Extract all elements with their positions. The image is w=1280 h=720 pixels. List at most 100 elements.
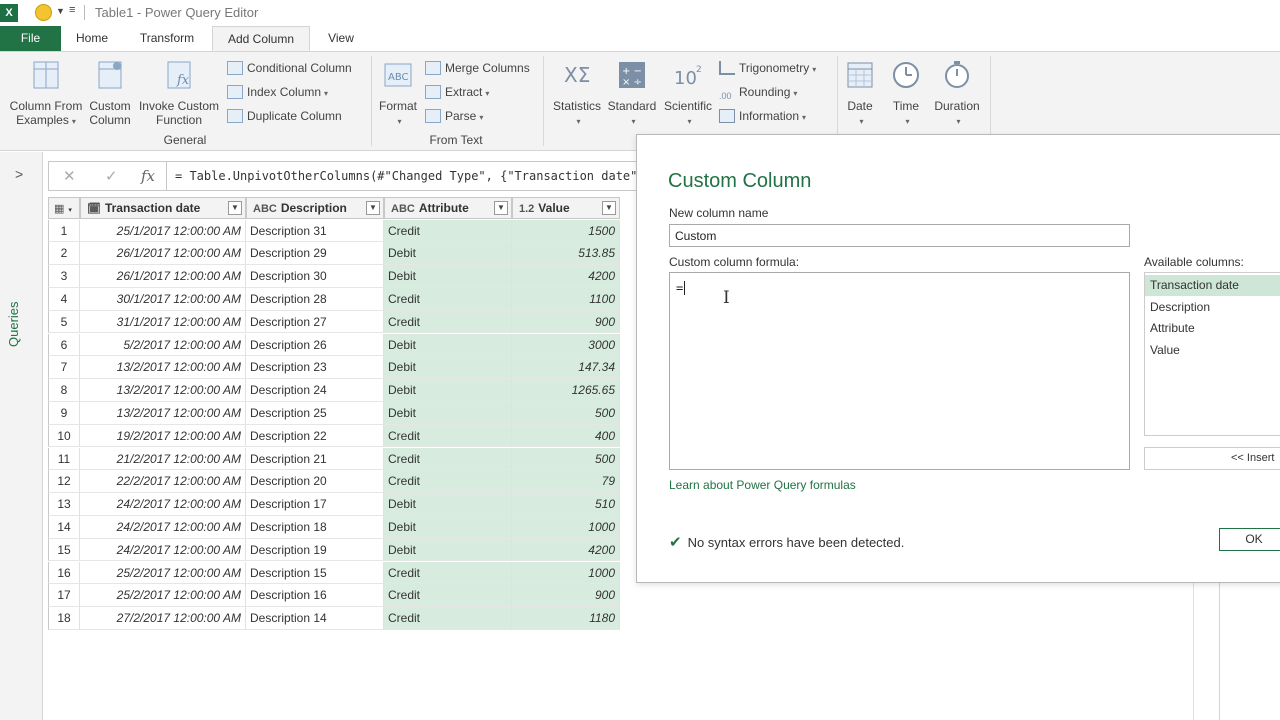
cell-attribute[interactable]: Credit — [384, 470, 512, 494]
filter-dropdown-icon[interactable]: ▼ — [228, 201, 242, 215]
table-row[interactable]: 2 26/1/2017 12:00:00 AM Description 29 Debi… — [48, 242, 620, 266]
cell-value[interactable]: 4200 — [512, 538, 620, 562]
row-number[interactable]: 4 — [48, 287, 80, 311]
cell-description[interactable]: Description 14 — [246, 607, 384, 630]
merge-columns-button[interactable]: Merge Columns — [425, 59, 530, 77]
table-row[interactable]: 17 25/2/2017 12:00:00 AM Description 16 Cre… — [48, 584, 620, 608]
row-number[interactable]: 17 — [48, 584, 80, 608]
row-number[interactable]: 9 — [48, 401, 80, 425]
tab-add-column[interactable]: Add Column — [212, 26, 310, 51]
row-number[interactable]: 11 — [48, 447, 80, 471]
available-column-item[interactable]: Attribute — [1145, 318, 1280, 339]
cancel-formula-icon[interactable]: ✕ — [63, 167, 76, 185]
scientific-button[interactable]: 10 2 Scientific ▾ — [660, 58, 716, 129]
filter-dropdown-icon[interactable]: ▼ — [494, 201, 508, 215]
cell-transaction-date[interactable]: 31/1/2017 12:00:00 AM — [80, 310, 246, 334]
row-number[interactable]: 2 — [48, 242, 80, 266]
cell-transaction-date[interactable]: 24/2/2017 12:00:00 AM — [80, 493, 246, 516]
cell-transaction-date[interactable]: 25/1/2017 12:00:00 AM — [80, 219, 246, 243]
column-header-attribute[interactable]: ABC Attribute ▼ — [384, 197, 512, 219]
tab-view[interactable]: View — [318, 26, 364, 51]
row-number[interactable]: 14 — [48, 515, 80, 539]
tab-transform[interactable]: Transform — [130, 26, 204, 51]
fx-icon[interactable]: fx — [141, 167, 155, 185]
rounding-button[interactable]: .00 Rounding ▾ — [719, 83, 797, 101]
cell-transaction-date[interactable]: 13/2/2017 12:00:00 AM — [80, 401, 246, 425]
cell-attribute[interactable]: Credit — [384, 287, 512, 311]
cell-transaction-date[interactable]: 25/2/2017 12:00:00 AM — [80, 561, 246, 585]
available-column-item[interactable]: Transaction date — [1145, 275, 1280, 296]
table-row[interactable]: 7 13/2/2017 12:00:00 AM Description 23 Debi… — [48, 356, 620, 380]
index-column-button[interactable]: Index Column ▾ — [227, 83, 328, 101]
cell-attribute[interactable]: Debit — [384, 493, 512, 516]
cell-attribute[interactable]: Debit — [384, 538, 512, 562]
cell-attribute[interactable]: Credit — [384, 424, 512, 448]
parse-button[interactable]: Parse ▾ — [425, 107, 483, 125]
cell-transaction-date[interactable]: 24/2/2017 12:00:00 AM — [80, 515, 246, 539]
row-number[interactable]: 12 — [48, 470, 80, 494]
cell-description[interactable]: Description 27 — [246, 310, 384, 334]
cell-attribute[interactable]: Credit — [384, 310, 512, 334]
cell-value[interactable]: 500 — [512, 447, 620, 471]
table-row[interactable]: 13 24/2/2017 12:00:00 AM Description 17 Deb… — [48, 493, 620, 516]
ok-button[interactable]: OK — [1219, 528, 1280, 551]
cell-value[interactable]: 400 — [512, 424, 620, 448]
cell-value[interactable]: 147.34 — [512, 356, 620, 380]
cell-value[interactable]: 1500 — [512, 219, 620, 243]
table-row[interactable]: 4 30/1/2017 12:00:00 AM Description 28 Cred… — [48, 287, 620, 311]
cell-description[interactable]: Description 23 — [246, 356, 384, 380]
filter-dropdown-icon[interactable]: ▼ — [366, 201, 380, 215]
extract-button[interactable]: Extract ▾ — [425, 83, 489, 101]
cell-description[interactable]: Description 21 — [246, 447, 384, 471]
cell-transaction-date[interactable]: 30/1/2017 12:00:00 AM — [80, 287, 246, 311]
table-row[interactable]: 9 13/2/2017 12:00:00 AM Description 25 Debi… — [48, 401, 620, 425]
row-number[interactable]: 16 — [48, 561, 80, 585]
cell-description[interactable]: Description 20 — [246, 470, 384, 494]
cell-value[interactable]: 513.85 — [512, 242, 620, 266]
insert-button[interactable]: << Insert — [1144, 447, 1280, 470]
cell-description[interactable]: Description 16 — [246, 584, 384, 608]
cell-value[interactable]: 1265.65 — [512, 379, 620, 402]
expand-queries-icon[interactable]: > — [15, 166, 23, 182]
column-header-description[interactable]: ABC Description ▼ — [246, 197, 384, 219]
cell-description[interactable]: Description 28 — [246, 287, 384, 311]
cell-value[interactable]: 900 — [512, 584, 620, 608]
trigonometry-button[interactable]: Trigonometry ▾ — [719, 59, 816, 77]
table-row[interactable]: 12 22/2/2017 12:00:00 AM Description 20 Cre… — [48, 470, 620, 494]
cell-description[interactable]: Description 22 — [246, 424, 384, 448]
column-header-value[interactable]: 1.2 Value ▼ — [512, 197, 620, 219]
cell-description[interactable]: Description 17 — [246, 493, 384, 516]
cell-attribute[interactable]: Debit — [384, 379, 512, 402]
queries-label[interactable]: Queries — [6, 301, 21, 347]
cell-attribute[interactable]: Debit — [384, 401, 512, 425]
cell-description[interactable]: Description 24 — [246, 379, 384, 402]
column-header-transaction-date[interactable]: 🗓 Transaction date ▼ — [80, 197, 246, 219]
formula-text[interactable]: = Table.UnpivotOtherColumns(#"Changed Ty… — [175, 169, 637, 183]
row-number[interactable]: 3 — [48, 265, 80, 288]
cell-transaction-date[interactable]: 13/2/2017 12:00:00 AM — [80, 379, 246, 402]
cell-attribute[interactable]: Credit — [384, 447, 512, 471]
cell-attribute[interactable]: Debit — [384, 242, 512, 266]
cell-attribute[interactable]: Credit — [384, 584, 512, 608]
cell-transaction-date[interactable]: 22/2/2017 12:00:00 AM — [80, 470, 246, 494]
row-number[interactable]: 13 — [48, 493, 80, 516]
customize-toolbar-icon[interactable]: ≡ — [69, 4, 75, 16]
cell-transaction-date[interactable]: 5/2/2017 12:00:00 AM — [80, 333, 246, 357]
cell-description[interactable]: Description 31 — [246, 219, 384, 243]
cell-value[interactable]: 1000 — [512, 515, 620, 539]
date-button[interactable]: Date ▾ — [842, 58, 878, 129]
table-row[interactable]: 18 27/2/2017 12:00:00 AM Description 14 Cre… — [48, 607, 620, 630]
quick-access-dropdown-icon[interactable]: ▼ — [56, 6, 65, 16]
cell-value[interactable]: 1100 — [512, 287, 620, 311]
cell-transaction-date[interactable]: 26/1/2017 12:00:00 AM — [80, 265, 246, 288]
row-number[interactable]: 7 — [48, 356, 80, 380]
cell-value[interactable]: 1000 — [512, 561, 620, 585]
filter-dropdown-icon[interactable]: ▼ — [602, 201, 616, 215]
table-row[interactable]: 10 19/2/2017 12:00:00 AM Description 22 Cre… — [48, 424, 620, 448]
new-column-name-input[interactable] — [669, 224, 1130, 247]
available-column-item[interactable]: Description — [1145, 297, 1280, 318]
cell-value[interactable]: 900 — [512, 310, 620, 334]
cell-attribute[interactable]: Debit — [384, 515, 512, 539]
table-menu-header[interactable]: ▦ ▾ — [48, 197, 80, 219]
cell-description[interactable]: Description 25 — [246, 401, 384, 425]
